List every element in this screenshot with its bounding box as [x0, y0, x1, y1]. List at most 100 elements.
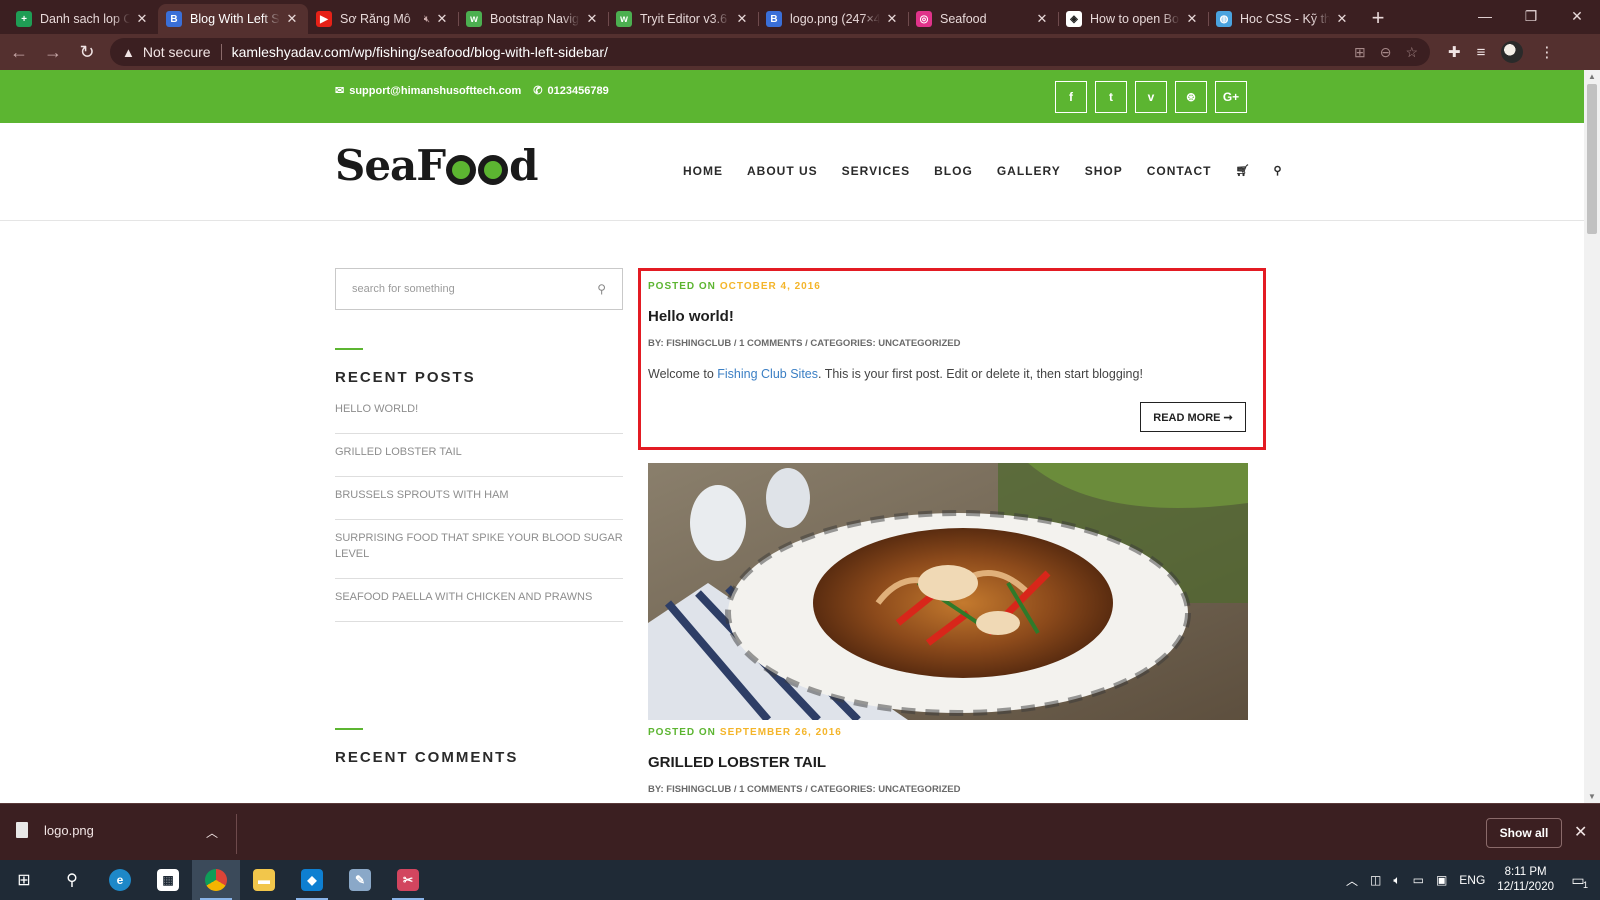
- close-icon[interactable]: ✕: [1574, 822, 1587, 842]
- vimeo-icon[interactable]: v: [1135, 81, 1167, 113]
- tab-close-icon[interactable]: ✕: [1334, 11, 1350, 27]
- recent-post-link[interactable]: HELLO WORLD!: [335, 401, 623, 434]
- show-all-button[interactable]: Show all: [1486, 818, 1562, 848]
- tab-muted-icon[interactable]: 🔇︎: [424, 14, 430, 25]
- cart-icon[interactable]: 🛒︎: [1236, 164, 1250, 178]
- browser-tab[interactable]: + Danh sach lop CNTT ✕: [8, 4, 158, 34]
- snip-tool-icon[interactable]: ✂: [384, 860, 432, 900]
- page-viewport: ✉ support@himanshusofttech.com ✆ 012345678…: [0, 70, 1584, 803]
- phone-text: 0123456789: [547, 85, 609, 97]
- tab-close-icon[interactable]: ✕: [734, 11, 750, 27]
- back-arrow-icon[interactable]: ←: [4, 37, 34, 67]
- browser-tab[interactable]: ▶ Sơ Răng Mô 🔇︎ ✕: [308, 4, 458, 34]
- browser-tab[interactable]: Blogo.png (247×46) ✕: [758, 4, 908, 34]
- extensions-puzzle-icon[interactable]: ✚: [1448, 43, 1461, 61]
- browser-tab[interactable]: w Bootstrap Navigation ✕: [458, 4, 608, 34]
- post-title[interactable]: Hello world!: [648, 308, 734, 325]
- file-explorer-icon[interactable]: ▬: [240, 860, 288, 900]
- battery-icon[interactable]: ▭: [1413, 873, 1424, 887]
- volume-icon[interactable]: 🔈︎: [1393, 873, 1400, 888]
- post-featured-image[interactable]: [648, 463, 1248, 720]
- dribbble-icon[interactable]: ⊛: [1175, 81, 1207, 113]
- tab-close-icon[interactable]: ✕: [584, 11, 600, 27]
- browser-tab[interactable]: ◍ Hoc CSS - Kỹ thuật ✕: [1208, 4, 1358, 34]
- read-more-button[interactable]: READ MORE ➞: [1140, 402, 1246, 432]
- tab-close-icon[interactable]: ✕: [1034, 11, 1050, 27]
- browser-tab[interactable]: ◎ Seafood ✕: [908, 4, 1058, 34]
- phone-icon: ✆: [533, 85, 543, 97]
- reading-list-icon[interactable]: ≡: [1477, 44, 1486, 61]
- new-tab-button[interactable]: +: [1364, 4, 1392, 32]
- recent-post-link[interactable]: SEAFOOD PAELLA WITH CHICKEN AND PRAWNS: [335, 579, 623, 622]
- tab-title: Tryit Editor v3.6: [640, 12, 728, 26]
- tab-close-icon[interactable]: ✕: [434, 11, 450, 27]
- site-logo[interactable]: SeaF d: [335, 141, 538, 190]
- nav-item-about-us[interactable]: ABOUT US: [747, 164, 818, 178]
- nav-item-home[interactable]: HOME: [683, 164, 723, 178]
- translate-icon[interactable]: ⊞: [1354, 44, 1366, 61]
- tab-close-icon[interactable]: ✕: [134, 11, 150, 27]
- chevron-up-icon[interactable]: ︿: [1346, 872, 1358, 889]
- facebook-icon[interactable]: f: [1055, 81, 1087, 113]
- windows-start-icon[interactable]: ⊞: [0, 860, 48, 900]
- chrome-icon[interactable]: [192, 860, 240, 900]
- tab-close-icon[interactable]: ✕: [1184, 11, 1200, 27]
- warning-icon[interactable]: ▲: [122, 45, 135, 60]
- scroll-thumb[interactable]: [1587, 84, 1597, 234]
- vscode-icon[interactable]: ◆: [288, 860, 336, 900]
- reload-icon[interactable]: ↻: [72, 37, 102, 67]
- tab-close-icon[interactable]: ✕: [884, 11, 900, 27]
- nav-item-gallery[interactable]: GALLERY: [997, 164, 1061, 178]
- search-icon[interactable]: ⚲: [1273, 164, 1281, 178]
- twitter-icon[interactable]: t: [1095, 81, 1127, 113]
- minimize-icon[interactable]: —: [1462, 0, 1508, 32]
- edge-icon[interactable]: e: [96, 860, 144, 900]
- browser-tab[interactable]: ◈ How to open Bootstrap ✕: [1058, 4, 1208, 34]
- email-contact[interactable]: ✉ support@himanshusofttech.com: [335, 84, 521, 97]
- logo-o-icon: [478, 154, 509, 185]
- post-date-value[interactable]: OCTOBER 4, 2016: [720, 281, 821, 292]
- paint-icon[interactable]: ✎: [336, 860, 384, 900]
- envelope-icon: ✉: [335, 85, 345, 97]
- url-text[interactable]: kamleshyadav.com/wp/fishing/seafood/blog…: [232, 44, 608, 60]
- nav-item-shop[interactable]: SHOP: [1085, 164, 1123, 178]
- post-title[interactable]: GRILLED LOBSTER TAIL: [648, 754, 826, 771]
- page-scrollbar[interactable]: ▲ ▼: [1584, 70, 1600, 803]
- restore-icon[interactable]: ❐: [1508, 0, 1554, 32]
- zoom-icon[interactable]: ⊖: [1380, 44, 1392, 61]
- bookmark-star-icon[interactable]: ☆: [1405, 44, 1418, 61]
- chevron-up-icon[interactable]: ︿: [206, 824, 218, 841]
- browser-tab[interactable]: B Blog With Left Sidebar ✕: [158, 4, 308, 34]
- store-icon[interactable]: ▦: [144, 860, 192, 900]
- tab-close-icon[interactable]: ✕: [284, 11, 300, 27]
- scroll-up-icon[interactable]: ▲: [1588, 72, 1596, 81]
- phone-contact[interactable]: ✆ 0123456789: [533, 84, 608, 97]
- excerpt-link[interactable]: Fishing Club Sites: [717, 367, 818, 381]
- notification-icon[interactable]: ▭ 1: [1566, 870, 1590, 891]
- forward-arrow-icon[interactable]: →: [38, 37, 68, 67]
- network-icon[interactable]: ◫: [1370, 873, 1381, 887]
- sidebar-search-input[interactable]: search for something ⚲: [335, 268, 623, 310]
- language-indicator[interactable]: ENG: [1459, 873, 1485, 887]
- nav-item-contact[interactable]: CONTACT: [1147, 164, 1212, 178]
- address-bar[interactable]: ▲ Not secure kamleshyadav.com/wp/fishing…: [110, 38, 1430, 66]
- post-date-value[interactable]: SEPTEMBER 26, 2016: [720, 727, 842, 738]
- security-label[interactable]: Not secure: [143, 44, 211, 60]
- profile-avatar[interactable]: [1501, 41, 1524, 63]
- close-window-icon[interactable]: ✕: [1554, 0, 1600, 32]
- scroll-down-icon[interactable]: ▼: [1588, 792, 1596, 801]
- browser-menu-icon[interactable]: ⋮: [1539, 43, 1554, 61]
- clock[interactable]: 8:11 PM 12/11/2020: [1497, 865, 1554, 895]
- nav-item-services[interactable]: SERVICES: [842, 164, 910, 178]
- google-plus-icon[interactable]: G+: [1215, 81, 1247, 113]
- recent-post-link[interactable]: BRUSSELS SPROUTS WITH HAM: [335, 477, 623, 520]
- nav-item-blog[interactable]: BLOG: [934, 164, 973, 178]
- recent-post-link[interactable]: SURPRISING FOOD THAT SPIKE YOUR BLOOD SU…: [335, 520, 623, 579]
- download-item[interactable]: logo.png: [16, 822, 94, 838]
- recent-posts-list: HELLO WORLD! GRILLED LOBSTER TAIL BRUSSELS…: [335, 401, 623, 622]
- search-icon[interactable]: ⚲: [48, 860, 96, 900]
- search-icon[interactable]: ⚲: [597, 282, 606, 296]
- display-icon[interactable]: ▣: [1436, 873, 1447, 887]
- browser-tab[interactable]: w Tryit Editor v3.6 ✕: [608, 4, 758, 34]
- recent-post-link[interactable]: GRILLED LOBSTER TAIL: [335, 434, 623, 477]
